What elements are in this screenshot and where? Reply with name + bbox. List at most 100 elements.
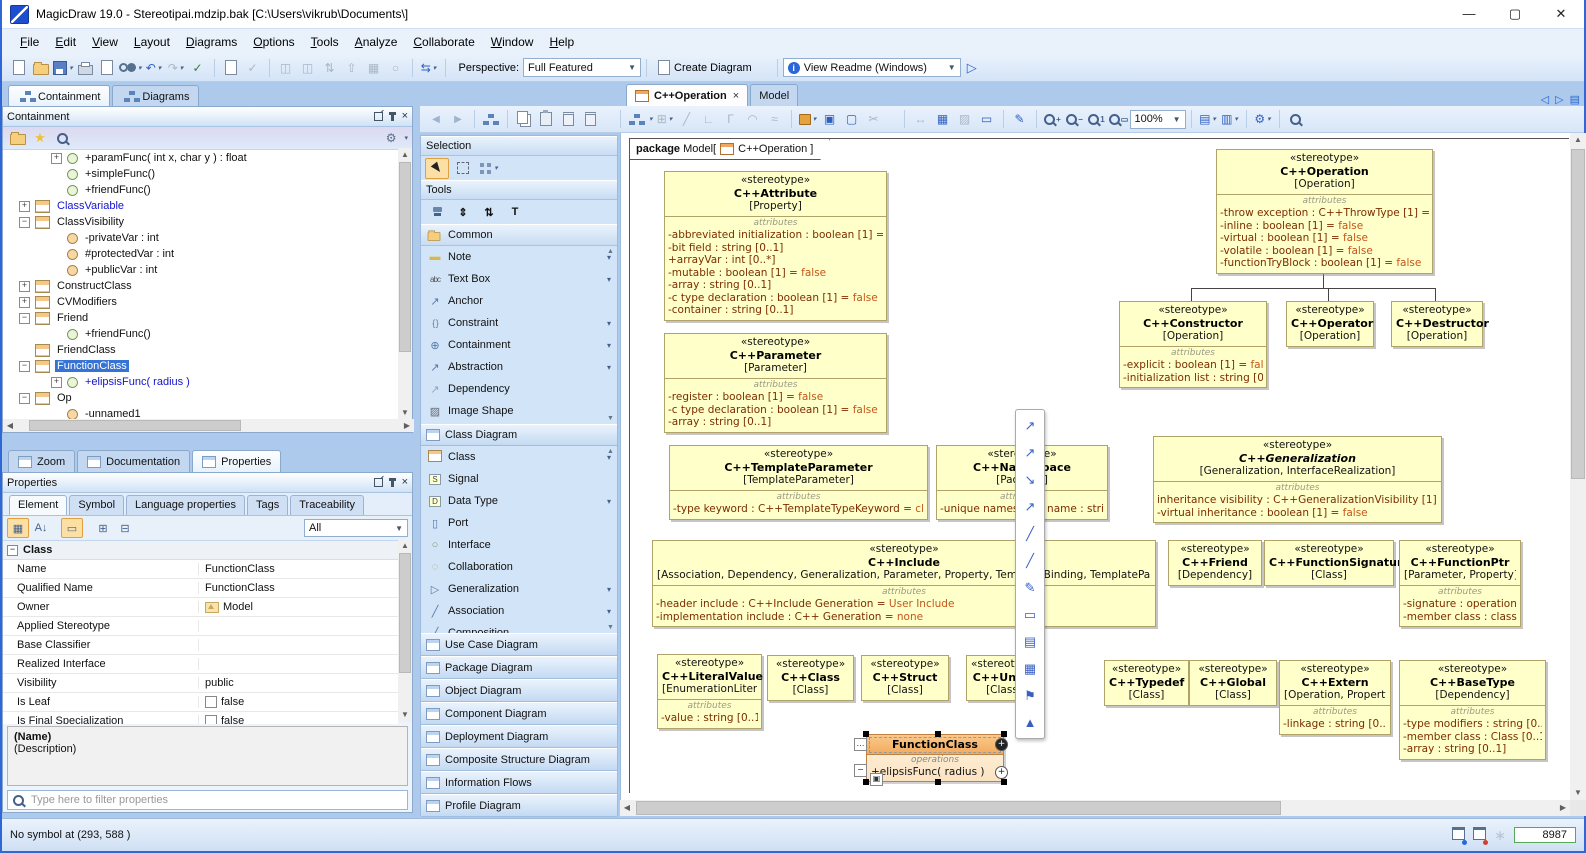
stereotype-box[interactable]: «stereotype» C++Include [Association, De… [652,540,1156,627]
generate-report-button[interactable] [221,58,241,78]
functionclass-symbol[interactable]: FunctionClass operations +elipsisFunc( r… [866,734,1004,782]
palette-item[interactable]: Text Box ▾ [421,268,617,290]
palette-scrollbar[interactable]: ▲▼ [605,246,616,424]
property-row[interactable]: Qualified Name FunctionClass [3,579,398,598]
open-project-button[interactable] [31,58,51,78]
link-down-tool[interactable]: ↘ [1016,466,1044,493]
tree-node[interactable]: +simpleFunc() [3,166,398,182]
run-readme-button[interactable]: ▷ [967,60,977,76]
bezier-path-button[interactable]: Γ [721,109,741,129]
palette-section-header[interactable]: Deployment Diagram [421,725,617,748]
copy-button[interactable] [514,109,534,129]
stereotype-box[interactable]: «stereotype» C++FunctionSignature [Class… [1264,540,1394,586]
stereotype-box[interactable]: «stereotype» C++Extern [Operation, Prope… [1279,660,1391,735]
menu-item[interactable]: Collaborate [405,32,482,52]
properties-tab[interactable]: Language properties [126,495,245,515]
property-row[interactable]: Visibility public [3,674,398,693]
collab-update-button[interactable]: ⇅ [320,58,340,78]
gear-icon[interactable]: ⚙ [386,131,397,145]
palette-section-header[interactable]: Object Diagram [421,679,617,702]
collab-lock-button[interactable]: ○ [386,58,406,78]
property-row[interactable]: Base Classifier [3,636,398,655]
curved-path-button[interactable]: ◠ [743,109,763,129]
float-icon[interactable] [374,112,383,121]
palette-item[interactable]: Note ▾ [421,246,617,268]
stereotype-box[interactable]: «stereotype» C++Operation [Operation] at… [1216,149,1433,274]
tree-vertical-scrollbar[interactable]: ▲ ▼ [398,148,412,420]
stereotype-box[interactable]: «stereotype» C++Operator [Operation] [1286,301,1374,347]
palette-item[interactable]: Diagram Overview [421,422,617,424]
palette-section-header[interactable]: Component Diagram [421,702,617,725]
stereotype-box[interactable]: «stereotype» C++Friend [Dependency] [1168,540,1262,586]
tree-node[interactable]: + +elipsisFunc( radius ) [3,374,398,390]
zoom-out-button[interactable]: − [1065,109,1085,129]
class-diagram-section-header[interactable]: Class Diagram [421,424,617,446]
pin-icon[interactable] [391,113,394,121]
resize-handle[interactable] [935,779,941,785]
diagram-options-button[interactable]: ⚙▾ [1253,109,1273,129]
print-button[interactable] [75,58,95,78]
note-tool[interactable]: ▤ [1016,628,1044,655]
diagram-frame-tab[interactable]: package Model[ C++Operation ] [629,138,830,160]
autosize-button[interactable]: ↔ [911,109,931,129]
close-icon[interactable]: × [402,112,408,121]
menu-item[interactable]: Tools [303,32,347,52]
pin-icon[interactable] [391,479,394,487]
tree-node[interactable]: + +paramFunc( int x, char y ) : float [3,150,398,166]
collapse-toolbar[interactable]: ▲ [1016,709,1044,736]
diagram-canvas[interactable]: package Model[ C++Operation ] △ «stereot… [620,133,1571,800]
undo-button[interactable]: ↶▾ [144,58,164,78]
text-tool[interactable]: T [503,202,527,223]
property-group-header[interactable]: −Class [3,541,398,560]
find-in-diagram-button[interactable] [1286,109,1306,129]
edit-compartment-icon[interactable]: … [854,738,867,751]
show-description-button[interactable]: ▭ [61,518,83,538]
stereotype-box[interactable]: «stereotype» C++Typedef [Class] [1104,660,1189,706]
delete-button[interactable] [558,109,578,129]
palette-item[interactable]: Generalization ▾ [421,578,617,600]
palette-item[interactable]: Interface [421,534,617,556]
to-back-button[interactable]: ▢ [842,109,862,129]
tree-node[interactable]: -privateVar : int [3,230,398,246]
properties-tab[interactable]: Traceability [290,495,364,515]
zoom-in-button[interactable]: + [1043,109,1063,129]
diagram-tab[interactable]: Model [750,84,798,106]
tree-node[interactable]: − Friend [3,310,398,326]
palette-item[interactable]: Port [421,512,617,534]
property-row[interactable]: Applied Stereotype [3,617,398,636]
left-bottom-tab[interactable]: Documentation [77,450,190,472]
expand-toggle[interactable]: + [19,281,30,292]
palette-item[interactable]: Composition [421,622,617,633]
expand-toggle[interactable]: − [19,313,30,324]
menu-item[interactable]: Edit [47,32,84,52]
create-diagram-button[interactable]: Create Diagram [652,59,758,76]
palette-item[interactable]: Abstraction ▾ [421,356,617,378]
window-button[interactable]: ▭ [977,109,997,129]
zoom-fit-button[interactable]: ▭ [1109,109,1129,129]
tree-node[interactable]: FriendClass [3,342,398,358]
properties-tab[interactable]: Tags [247,495,288,515]
print-preview-button[interactable] [97,58,117,78]
palette-scrollbar[interactable]: ▲▼ [605,446,616,633]
select-tool[interactable] [425,158,449,179]
custom-path-button[interactable]: ≈ [765,109,785,129]
expand-toggle[interactable]: + [19,201,30,212]
zoom-1-1-button[interactable]: 1 [1087,109,1107,129]
maximize-button[interactable]: ▢ [1492,0,1538,28]
open-in-new-tree-button[interactable] [8,128,28,148]
pencil-line-tool[interactable]: ✎ [1016,574,1044,601]
properties-filter-select[interactable]: All▼ [304,519,408,537]
menu-item[interactable]: Options [245,32,302,52]
fill-color-button[interactable]: ▾ [798,109,818,129]
property-row[interactable]: Name FunctionClass [3,560,398,579]
stereotype-box[interactable]: «stereotype» C++BaseType [Dependency] at… [1399,660,1546,760]
shape-tool[interactable]: ▭ [1016,601,1044,628]
left-panel-tab[interactable]: Containment [8,85,110,107]
diagram-tab[interactable]: C++Operation × [626,84,748,106]
expand-toggle[interactable]: + [19,297,30,308]
canvas-horizontal-scrollbar[interactable]: ◀ ▶ [620,800,1570,816]
perspective-select[interactable]: Full Featured▼ [523,58,641,77]
categorized-view-button[interactable]: ▦ [7,518,29,538]
class-name[interactable]: FunctionClass [867,735,1003,755]
switch-project-button[interactable]: ⇆▾ [419,58,439,78]
